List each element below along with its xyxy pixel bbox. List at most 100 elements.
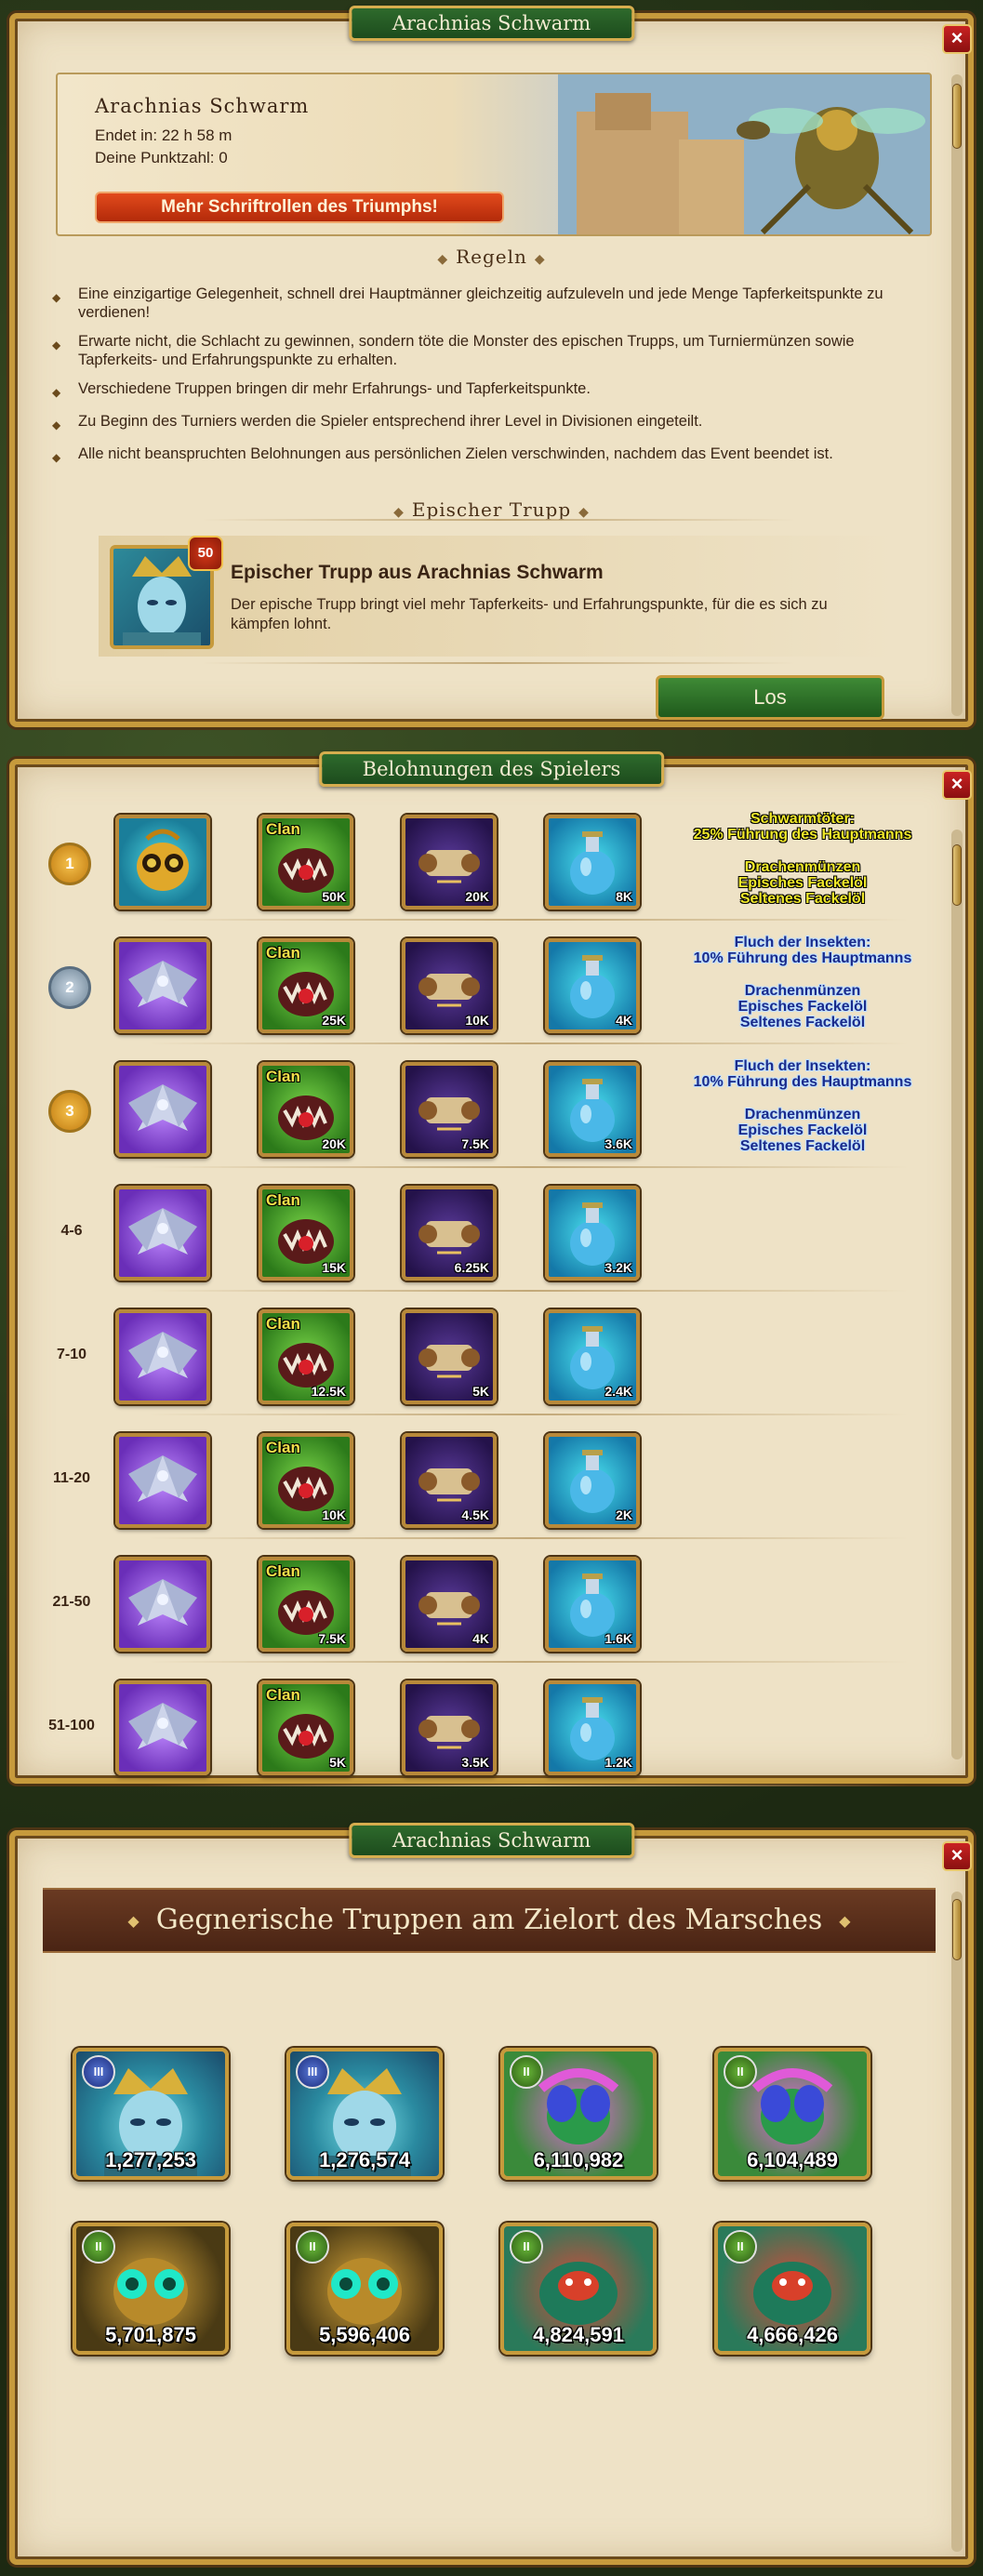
- reward-quantity: 10K: [465, 1013, 489, 1028]
- reward-quantity: 3.6K: [604, 1136, 632, 1151]
- bullet-icon: ◆: [52, 339, 61, 352]
- scrollbar[interactable]: [951, 74, 963, 716]
- clan-reward-slot[interactable]: Clan 10K: [259, 1433, 353, 1528]
- clan-label: Clan: [266, 820, 300, 838]
- reward-item-slot[interactable]: [115, 1062, 210, 1157]
- scroll-reward-slot[interactable]: 4K: [402, 1557, 497, 1652]
- divider: [147, 1166, 910, 1168]
- clan-reward-slot[interactable]: Clan 12.5K: [259, 1309, 353, 1404]
- wing-emblem-icon: [128, 1208, 197, 1255]
- reward-quantity: 1.6K: [604, 1631, 632, 1646]
- bonus-rewards: Schwarmtöter: 25% Führung des Hauptmanns D…: [649, 811, 956, 907]
- diamond-icon: ◆: [578, 505, 590, 520]
- wing-emblem-icon: [128, 1703, 197, 1749]
- tier-badge: II: [510, 2055, 543, 2089]
- rules-heading: ◆ Regeln ◆: [15, 246, 968, 268]
- potion-reward-slot[interactable]: 3.6K: [545, 1062, 640, 1157]
- wing-emblem-icon: [128, 961, 197, 1007]
- clan-label: Clan: [266, 1686, 300, 1704]
- scroll-thumb[interactable]: [952, 84, 962, 149]
- enemy-troop-card[interactable]: II 6,110,982: [500, 2048, 657, 2180]
- reward-quantity: 3.2K: [604, 1260, 632, 1275]
- event-banner: Arachnias Schwarm Endet in: 22 h 58 m De…: [56, 73, 932, 236]
- close-button[interactable]: ×: [942, 24, 972, 54]
- tier-badge: III: [296, 2055, 329, 2089]
- player-score: Deine Punktzahl: 0: [95, 149, 228, 166]
- potion-reward-slot[interactable]: 2.4K: [545, 1309, 640, 1404]
- bullet-icon: ◆: [52, 451, 61, 464]
- enemy-troop-card[interactable]: III 1,277,253: [73, 2048, 229, 2180]
- enemy-troop-card[interactable]: II 4,824,591: [500, 2223, 657, 2355]
- reward-row: 51-100 Clan 5K 3.5K 1.2K: [35, 1675, 956, 1786]
- reward-quantity: 10K: [322, 1507, 346, 1522]
- divider: [201, 519, 796, 521]
- reward-quantity: 20K: [322, 1136, 346, 1151]
- bullet-icon: ◆: [52, 386, 61, 399]
- reward-quantity: 50K: [322, 889, 346, 904]
- epic-troop-heading-label: Epischer Trupp: [411, 498, 572, 521]
- rules-heading-label: Regeln: [456, 246, 527, 268]
- reward-quantity: 4.5K: [461, 1507, 489, 1522]
- potion-reward-slot[interactable]: 3.2K: [545, 1186, 640, 1281]
- event-timer: Endet in: 22 h 58 m: [95, 126, 232, 144]
- potion-reward-slot[interactable]: 1.6K: [545, 1557, 640, 1652]
- epic-troop-portrait[interactable]: 50: [110, 536, 223, 649]
- bonus-title: Schwarmtöter: 25% Führung des Hauptmanns: [693, 811, 912, 843]
- enemy-troop-card[interactable]: II 5,701,875: [73, 2223, 229, 2355]
- reward-quantity: 20K: [465, 889, 489, 904]
- clan-label: Clan: [266, 1439, 300, 1456]
- enemy-troop-card[interactable]: III 1,276,574: [286, 2048, 443, 2180]
- reward-item-slot[interactable]: [115, 1186, 210, 1281]
- scroll-reward-slot[interactable]: 3.5K: [402, 1680, 497, 1775]
- bonus-rewards: Fluch der Insekten: 10% Führung des Haupt…: [649, 1058, 956, 1154]
- rule-text: Zu Beginn des Turniers werden die Spiele…: [78, 413, 703, 430]
- reward-item-slot[interactable]: [115, 938, 210, 1033]
- troop-strength: 6,104,489: [747, 2148, 838, 2171]
- close-button[interactable]: ×: [942, 770, 972, 800]
- scroll-reward-slot[interactable]: 20K: [402, 815, 497, 910]
- reward-quantity: 2.4K: [604, 1384, 632, 1399]
- reward-item-slot[interactable]: [115, 815, 210, 910]
- scroll-reward-slot[interactable]: 10K: [402, 938, 497, 1033]
- enemy-troop-card[interactable]: II 4,666,426: [714, 2223, 870, 2355]
- scrollbar[interactable]: [951, 1892, 963, 2552]
- swarm-artwork: [558, 74, 930, 234]
- scroll-reward-slot[interactable]: 6.25K: [402, 1186, 497, 1281]
- clan-reward-slot[interactable]: Clan 7.5K: [259, 1557, 353, 1652]
- potion-reward-slot[interactable]: 2K: [545, 1433, 640, 1528]
- enemy-troop-card[interactable]: II 6,104,489: [714, 2048, 870, 2180]
- rank-medal-icon: 3: [48, 1090, 91, 1133]
- scroll-reward-slot[interactable]: 5K: [402, 1309, 497, 1404]
- clan-label: Clan: [266, 1068, 300, 1085]
- clan-reward-slot[interactable]: Clan 20K: [259, 1062, 353, 1157]
- wing-emblem-icon: [128, 1084, 197, 1131]
- clan-reward-slot[interactable]: Clan 25K: [259, 938, 353, 1033]
- diamond-icon: ◆: [839, 1912, 851, 1930]
- tier-badge: II: [510, 2230, 543, 2264]
- enemy-troops-panel: Arachnias Schwarm × ◆ Gegnerische Truppen…: [9, 1823, 974, 2565]
- tier-badge: III: [82, 2055, 115, 2089]
- reward-item-slot[interactable]: [115, 1309, 210, 1404]
- potion-reward-slot[interactable]: 8K: [545, 815, 640, 910]
- scroll-reward-slot[interactable]: 7.5K: [402, 1062, 497, 1157]
- clan-label: Clan: [266, 1315, 300, 1333]
- enemy-troop-card[interactable]: II 5,596,406: [286, 2223, 443, 2355]
- scroll-reward-slot[interactable]: 4.5K: [402, 1433, 497, 1528]
- insect-emblem-icon: [137, 829, 189, 891]
- close-button[interactable]: ×: [942, 1841, 972, 1871]
- more-triumph-scrolls-button[interactable]: Mehr Schriftrollen des Triumphs!: [95, 192, 504, 223]
- reward-item-slot[interactable]: [115, 1680, 210, 1775]
- epic-troop-card: 50 Epischer Trupp aus Arachnias Schwarm …: [99, 536, 898, 657]
- potion-reward-slot[interactable]: 1.2K: [545, 1680, 640, 1775]
- potion-reward-slot[interactable]: 4K: [545, 938, 640, 1033]
- rank-label: 4-6: [60, 1223, 83, 1239]
- clan-reward-slot[interactable]: Clan 50K: [259, 815, 353, 910]
- clan-reward-slot[interactable]: Clan 5K: [259, 1680, 353, 1775]
- reward-item-slot[interactable]: [115, 1557, 210, 1652]
- clan-reward-slot[interactable]: Clan 15K: [259, 1186, 353, 1281]
- reward-quantity: 12.5K: [311, 1384, 346, 1399]
- reward-item-slot[interactable]: [115, 1433, 210, 1528]
- go-button[interactable]: Los: [656, 675, 884, 720]
- scroll-thumb[interactable]: [952, 1899, 962, 1960]
- rank-label: 21-50: [52, 1594, 91, 1610]
